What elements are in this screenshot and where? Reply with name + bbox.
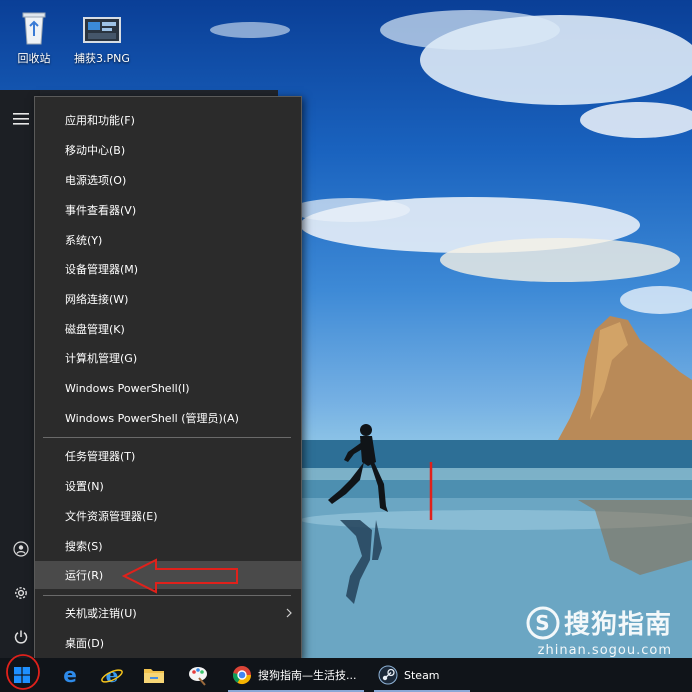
menu-item-mobility-center[interactable]: 移动中心(B): [35, 136, 301, 164]
file-explorer-icon: [144, 669, 164, 683]
sogou-watermark: S 搜狗指南 zhinan.sogou.com: [526, 604, 672, 658]
taskbar-file-explorer-button[interactable]: [134, 658, 174, 692]
menu-item-powershell[interactable]: Windows PowerShell(I): [35, 374, 301, 402]
menu-item-device-manager[interactable]: 设备管理器(M): [35, 255, 301, 283]
menu-item-system[interactable]: 系统(Y): [35, 226, 301, 254]
menu-item-shutdown-signout[interactable]: 关机或注销(U): [35, 599, 301, 627]
svg-text:e: e: [106, 664, 119, 686]
watermark-url: zhinan.sogou.com: [537, 643, 672, 658]
taskbar: e e 搜狗指南—生活技... Steam: [0, 658, 692, 692]
menu-item-settings[interactable]: 设置(N): [35, 472, 301, 500]
settings-gear-icon[interactable]: [8, 580, 34, 606]
paint-icon: [189, 667, 207, 686]
steam-icon: [378, 665, 398, 685]
image-file-icon: [82, 8, 122, 46]
taskbar-steam-app[interactable]: Steam: [374, 658, 470, 692]
menu-item-event-viewer[interactable]: 事件查看器(V): [35, 196, 301, 224]
menu-item-network-connections[interactable]: 网络连接(W): [35, 285, 301, 313]
power-icon[interactable]: [8, 624, 34, 650]
windows-logo-icon: [14, 667, 30, 683]
recycle-bin-icon: [14, 8, 54, 46]
edge-icon: e: [63, 664, 77, 686]
svg-text:e: e: [63, 664, 77, 686]
taskbar-edge-button[interactable]: e: [50, 658, 90, 692]
menu-item-disk-management[interactable]: 磁盘管理(K): [35, 315, 301, 343]
menu-item-computer-management[interactable]: 计算机管理(G): [35, 344, 301, 372]
menu-item-powershell-admin[interactable]: Windows PowerShell (管理员)(A): [35, 404, 301, 432]
chevron-right-icon: [286, 608, 292, 618]
menu-separator: [43, 595, 291, 596]
internet-explorer-icon: e: [101, 664, 123, 686]
taskbar-app-label: 搜狗指南—生活技...: [258, 669, 357, 682]
menu-item-task-manager[interactable]: 任务管理器(T): [35, 442, 301, 470]
menu-item-power-options[interactable]: 电源选项(O): [35, 166, 301, 194]
menu-item-search[interactable]: 搜索(S): [35, 532, 301, 560]
start-button[interactable]: [0, 658, 44, 692]
taskbar-ie-button[interactable]: e: [92, 658, 132, 692]
svg-text:S: S: [535, 611, 550, 635]
sogou-logo-icon: S: [526, 606, 560, 639]
taskbar-app-label: Steam: [404, 668, 440, 682]
taskbar-paint-button[interactable]: [178, 658, 218, 692]
taskbar-chrome-app[interactable]: 搜狗指南—生活技...: [228, 658, 364, 692]
menu-separator: [43, 437, 291, 438]
watermark-brand: 搜狗指南: [563, 610, 672, 640]
menu-item-label: 关机或注销(U): [65, 607, 137, 620]
menu-item-run[interactable]: 运行(R): [35, 561, 301, 589]
menu-item-file-explorer[interactable]: 文件资源管理器(E): [35, 502, 301, 530]
menu-item-apps-features[interactable]: 应用和功能(F): [35, 106, 301, 134]
desktop-icon-recycle-bin[interactable]: 回收站: [2, 8, 66, 66]
hamburger-menu-icon[interactable]: [8, 106, 34, 132]
desktop-icon-image-file[interactable]: 捕获3.PNG: [70, 8, 134, 66]
user-avatar-icon[interactable]: [8, 536, 34, 562]
winx-context-menu: 应用和功能(F) 移动中心(B) 电源选项(O) 事件查看器(V) 系统(Y) …: [34, 96, 302, 660]
menu-item-desktop[interactable]: 桌面(D): [35, 629, 301, 657]
desktop-icon-label: 回收站: [17, 52, 51, 65]
desktop-icon-label: 捕获3.PNG: [74, 52, 130, 65]
chrome-icon: [232, 666, 251, 685]
